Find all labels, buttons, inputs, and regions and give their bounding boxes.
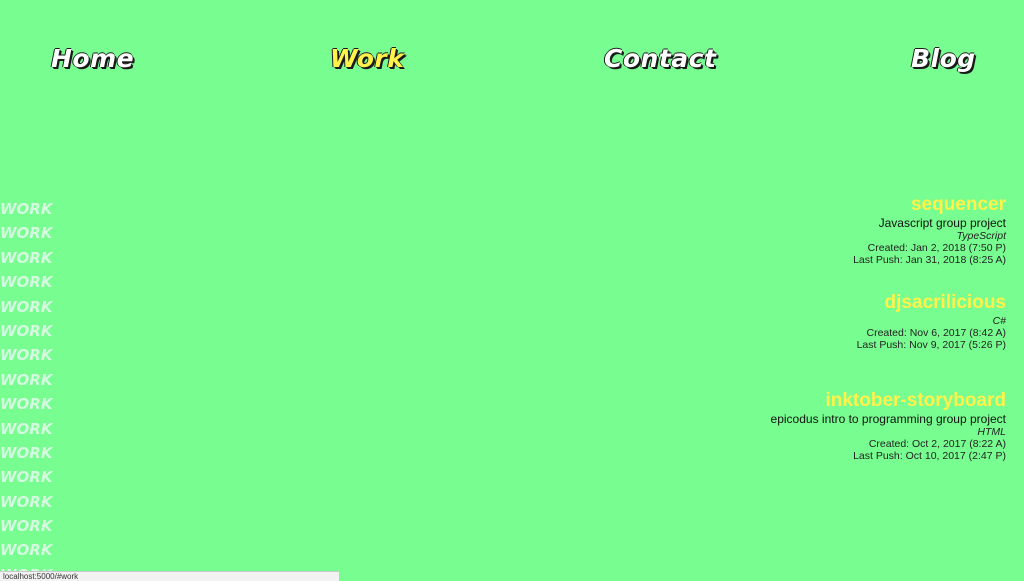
repo-title-link[interactable]: inktober-storyboard: [606, 389, 1006, 413]
work-watermark: WORK: [0, 468, 53, 487]
browser-status-bar: localhost:5000/#work: [0, 571, 340, 581]
work-watermark: WORK: [0, 346, 53, 365]
work-watermark: WORK: [0, 541, 53, 560]
nav-contact-link[interactable]: Contact: [604, 44, 716, 73]
repo-title-link[interactable]: sequencer: [606, 193, 1006, 217]
repo-description: Javascript group project: [878, 216, 1006, 230]
repo-last-push: Last Push: Oct 10, 2017 (2:47 P): [853, 450, 1006, 462]
page: Home Work Contact Blog WORK WORK WORK WO…: [0, 0, 1024, 581]
nav-home-link[interactable]: Home: [51, 44, 134, 73]
nav-blog-link[interactable]: Blog: [911, 44, 976, 73]
nav-work-link[interactable]: Work: [330, 44, 404, 73]
work-watermark: WORK: [0, 248, 53, 267]
main-nav: Home Work Contact Blog: [0, 44, 1024, 78]
work-watermark: WORK: [0, 419, 53, 438]
work-watermark-column: WORK WORK WORK WORK WORK WORK WORK WORK …: [0, 197, 70, 581]
work-watermark: WORK: [0, 321, 53, 340]
repo-last-push: Last Push: Nov 9, 2017 (5:26 P): [856, 339, 1006, 351]
work-watermark: WORK: [0, 273, 53, 292]
work-watermark: WORK: [0, 517, 53, 536]
repo-language: HTML: [977, 426, 1006, 438]
repo-created: Created: Jan 2, 2018 (7:50 P): [867, 242, 1006, 254]
repo-title-link[interactable]: djsacrilicious: [606, 291, 1006, 315]
work-watermark: WORK: [0, 443, 53, 462]
work-watermark: WORK: [0, 297, 53, 316]
repo-language: TypeScript: [956, 230, 1006, 242]
repo-created: Created: Nov 6, 2017 (8:42 A): [866, 327, 1007, 339]
work-watermark: WORK: [0, 370, 53, 389]
repo-description: epicodus intro to programming group proj…: [770, 412, 1006, 426]
work-watermark: WORK: [0, 395, 53, 414]
repo-language: C#: [992, 315, 1006, 327]
work-watermark: WORK: [0, 492, 53, 511]
repo-last-push: Last Push: Jan 31, 2018 (8:25 A): [853, 254, 1006, 266]
repo-created: Created: Oct 2, 2017 (8:22 A): [868, 438, 1006, 450]
work-watermark: WORK: [0, 200, 53, 218]
repo-item: inktober-storyboard epicodus intro to pr…: [606, 389, 1006, 462]
work-watermark: WORK: [0, 224, 53, 243]
repo-item: djsacrilicious C# Created: Nov 6, 2017 (…: [606, 291, 1006, 351]
repo-item: sequencer Javascript group project TypeS…: [606, 193, 1006, 266]
